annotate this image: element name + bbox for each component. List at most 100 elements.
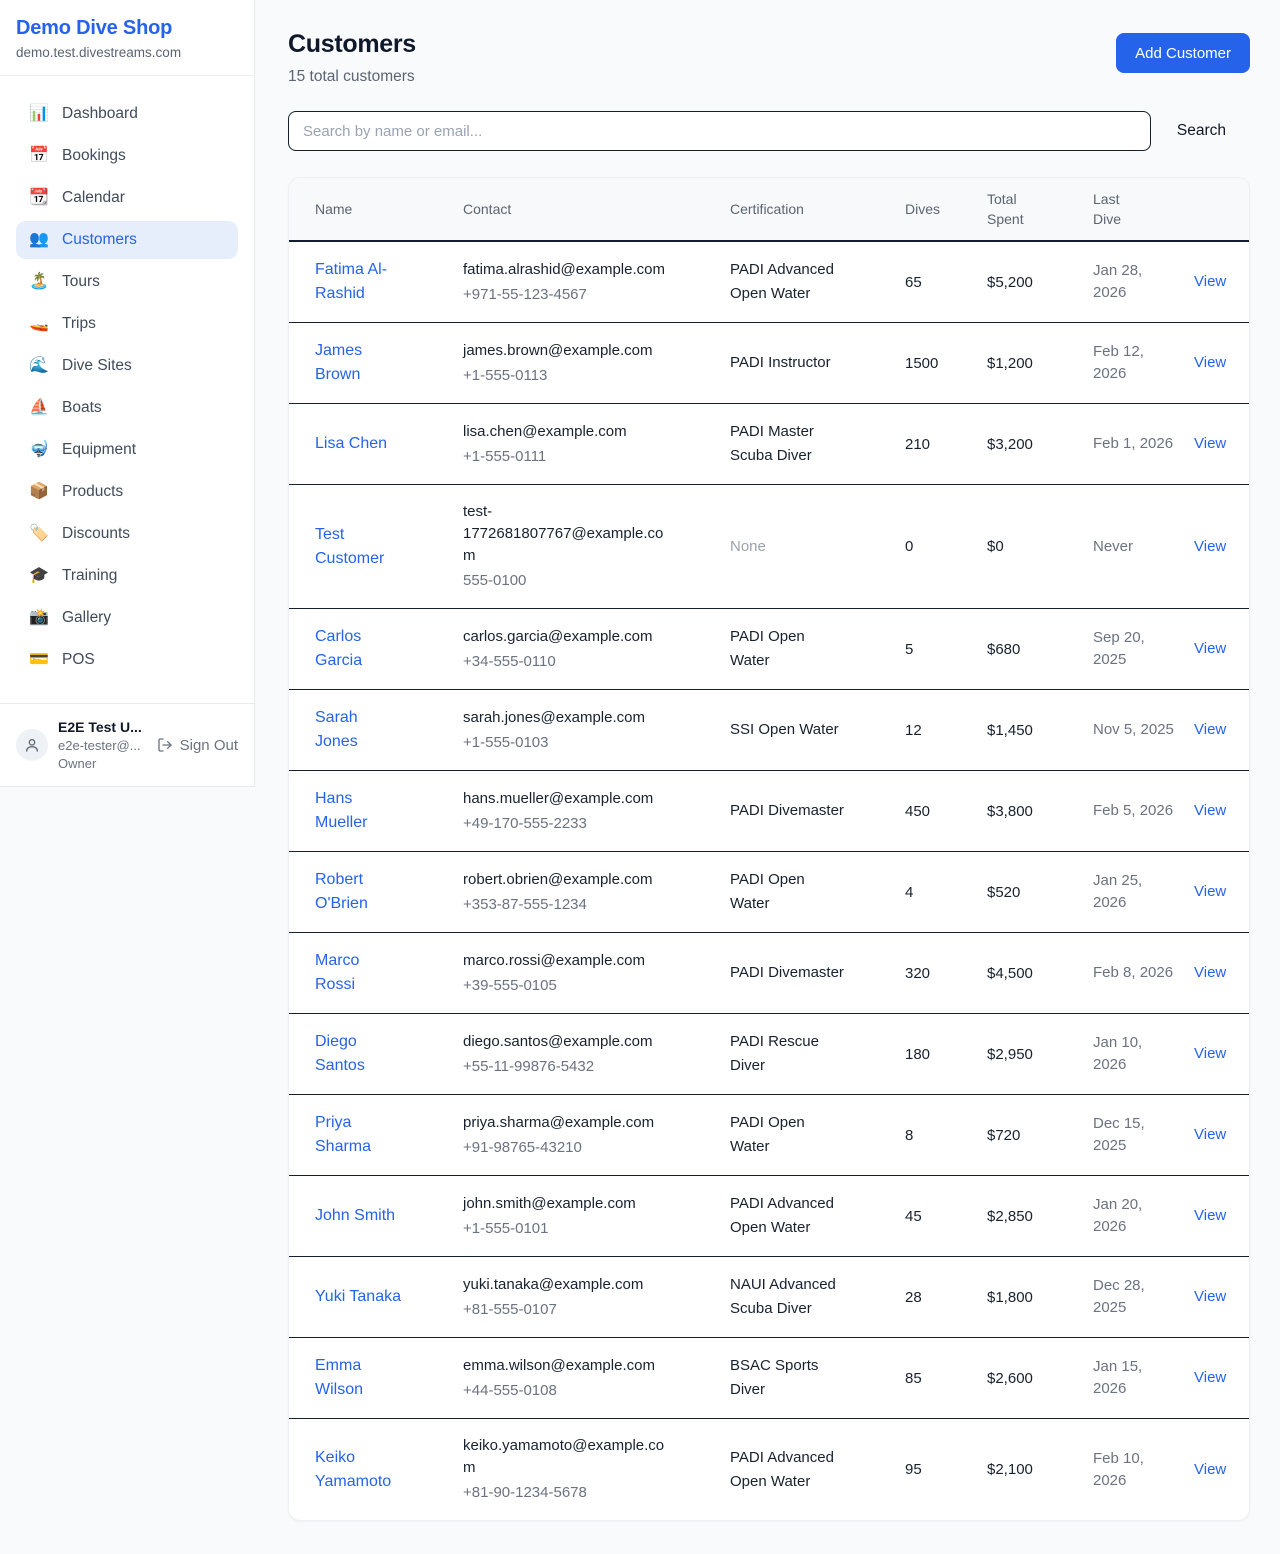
sidebar-item-label: Boats (62, 399, 102, 417)
customer-name-link[interactable]: Robert O'Brien (315, 871, 368, 912)
sidebar-item-label: Bookings (62, 147, 126, 165)
customer-name-link[interactable]: Keiko Yamamoto (315, 1449, 391, 1490)
customer-phone: +81-555-0107 (463, 1299, 666, 1321)
customer-name-link[interactable]: Test Customer (315, 526, 384, 567)
customer-total-spent: $5,200 (987, 241, 1093, 323)
customer-phone: +353-87-555-1234 (463, 894, 666, 916)
tag-icon: 🏷️ (29, 526, 49, 542)
customer-phone: +49-170-555-2233 (463, 813, 666, 835)
customer-dives: 320 (905, 933, 987, 1014)
customer-name-link[interactable]: Emma Wilson (315, 1357, 363, 1398)
table-row: Lisa Chen lisa.chen@example.com +1-555-0… (289, 404, 1250, 485)
sidebar-item-dive-sites[interactable]: 🌊 Dive Sites (16, 347, 238, 385)
view-link[interactable]: View (1194, 435, 1226, 452)
customer-certification: PADI Divemaster (730, 933, 905, 1014)
view-link[interactable]: View (1194, 964, 1226, 981)
sidebar-item-tours[interactable]: 🏝️ Tours (16, 263, 238, 301)
customer-name-link[interactable]: Lisa Chen (315, 435, 387, 452)
customer-name-link[interactable]: Marco Rossi (315, 952, 359, 993)
customer-last-dive: Feb 8, 2026 (1093, 933, 1194, 1014)
sidebar-item-label: Tours (62, 273, 100, 291)
column-header-dives: Dives (905, 178, 987, 241)
sidebar-item-label: Customers (62, 231, 137, 249)
search-button[interactable]: Search (1151, 122, 1250, 140)
view-link[interactable]: View (1194, 883, 1226, 900)
customer-phone: +44-555-0108 (463, 1380, 666, 1402)
customer-last-dive: Feb 5, 2026 (1093, 771, 1194, 852)
sidebar-item-label: Dashboard (62, 105, 138, 123)
sidebar-nav: 📊 Dashboard 📅 Bookings 📆 Calendar 👥 Cust… (0, 76, 254, 703)
view-link[interactable]: View (1194, 1461, 1226, 1478)
brand-domain: demo.test.divestreams.com (16, 45, 238, 60)
customer-total-spent: $2,100 (987, 1419, 1093, 1521)
customer-name-link[interactable]: Carlos Garcia (315, 628, 362, 669)
customer-phone: +1-555-0101 (463, 1218, 666, 1240)
sidebar-item-training[interactable]: 🎓 Training (16, 557, 238, 595)
sign-out-button[interactable]: Sign Out (157, 737, 238, 754)
customer-phone: +1-555-0111 (463, 446, 666, 468)
sidebar-item-bookings[interactable]: 📅 Bookings (16, 137, 238, 175)
view-link[interactable]: View (1194, 721, 1226, 738)
user-footer: E2E Test U... e2e-tester@... Owner Sign … (0, 703, 254, 786)
customer-name-link[interactable]: Diego Santos (315, 1033, 365, 1074)
column-header-total-spent: Total Spent (987, 178, 1093, 241)
customer-certification: None (730, 485, 905, 609)
customer-certification: PADI Rescue Diver (730, 1014, 905, 1095)
customer-total-spent: $2,850 (987, 1176, 1093, 1257)
view-link[interactable]: View (1194, 1369, 1226, 1386)
sidebar-item-trips[interactable]: 🚤 Trips (16, 305, 238, 343)
sidebar-item-products[interactable]: 📦 Products (16, 473, 238, 511)
camera-icon: 📸 (29, 610, 49, 626)
customer-certification: PADI Master Scuba Diver (730, 404, 905, 485)
view-link[interactable]: View (1194, 640, 1226, 657)
customer-name-link[interactable]: Hans Mueller (315, 790, 367, 831)
view-link[interactable]: View (1194, 1288, 1226, 1305)
table-row: Emma Wilson emma.wilson@example.com +44-… (289, 1338, 1250, 1419)
wave-icon: 🌊 (29, 358, 49, 374)
table-row: Test Customer test-1772681807767@example… (289, 485, 1250, 609)
view-link[interactable]: View (1194, 1126, 1226, 1143)
sidebar-item-calendar[interactable]: 📆 Calendar (16, 179, 238, 217)
sidebar-item-gallery[interactable]: 📸 Gallery (16, 599, 238, 637)
customer-total-spent: $1,800 (987, 1257, 1093, 1338)
table-row: Fatima Al-Rashid fatima.alrashid@example… (289, 241, 1250, 323)
customer-name-link[interactable]: John Smith (315, 1207, 395, 1224)
view-link[interactable]: View (1194, 1045, 1226, 1062)
customer-name-link[interactable]: Priya Sharma (315, 1114, 371, 1155)
customer-name-link[interactable]: Sarah Jones (315, 709, 358, 750)
customer-total-spent: $680 (987, 609, 1093, 690)
sidebar-item-discounts[interactable]: 🏷️ Discounts (16, 515, 238, 553)
calendar-date-icon: 📅 (29, 148, 49, 164)
customer-last-dive: Feb 12, 2026 (1093, 323, 1194, 404)
customer-dives: 85 (905, 1338, 987, 1419)
customer-last-dive: Dec 28, 2025 (1093, 1257, 1194, 1338)
customer-name-link[interactable]: James Brown (315, 342, 362, 383)
customer-name-link[interactable]: Fatima Al-Rashid (315, 261, 387, 302)
column-header-last-dive: Last Dive (1093, 178, 1194, 241)
customers-table-card: NameContactCertificationDivesTotal Spent… (288, 177, 1250, 1521)
customer-total-spent: $2,600 (987, 1338, 1093, 1419)
sidebar-item-pos[interactable]: 💳 POS (16, 641, 238, 679)
page-header: Customers 15 total customers Add Custome… (288, 30, 1250, 86)
view-link[interactable]: View (1194, 538, 1226, 555)
customer-email: sarah.jones@example.com (463, 707, 666, 729)
table-row: Priya Sharma priya.sharma@example.com +9… (289, 1095, 1250, 1176)
sidebar-item-dashboard[interactable]: 📊 Dashboard (16, 95, 238, 133)
add-customer-button[interactable]: Add Customer (1116, 33, 1250, 73)
customer-dives: 180 (905, 1014, 987, 1095)
customers-table: NameContactCertificationDivesTotal Spent… (289, 178, 1250, 1520)
view-link[interactable]: View (1194, 273, 1226, 290)
view-link[interactable]: View (1194, 354, 1226, 371)
column-header-actions (1194, 178, 1250, 241)
search-input[interactable] (288, 111, 1151, 151)
sidebar-item-customers[interactable]: 👥 Customers (16, 221, 238, 259)
view-link[interactable]: View (1194, 802, 1226, 819)
customer-certification: SSI Open Water (730, 690, 905, 771)
table-row: Yuki Tanaka yuki.tanaka@example.com +81-… (289, 1257, 1250, 1338)
sidebar-item-equipment[interactable]: 🤿 Equipment (16, 431, 238, 469)
view-link[interactable]: View (1194, 1207, 1226, 1224)
customer-name-link[interactable]: Yuki Tanaka (315, 1288, 401, 1305)
sidebar-item-label: Gallery (62, 609, 111, 627)
sidebar-item-boats[interactable]: ⛵ Boats (16, 389, 238, 427)
customer-certification: PADI Open Water (730, 1095, 905, 1176)
